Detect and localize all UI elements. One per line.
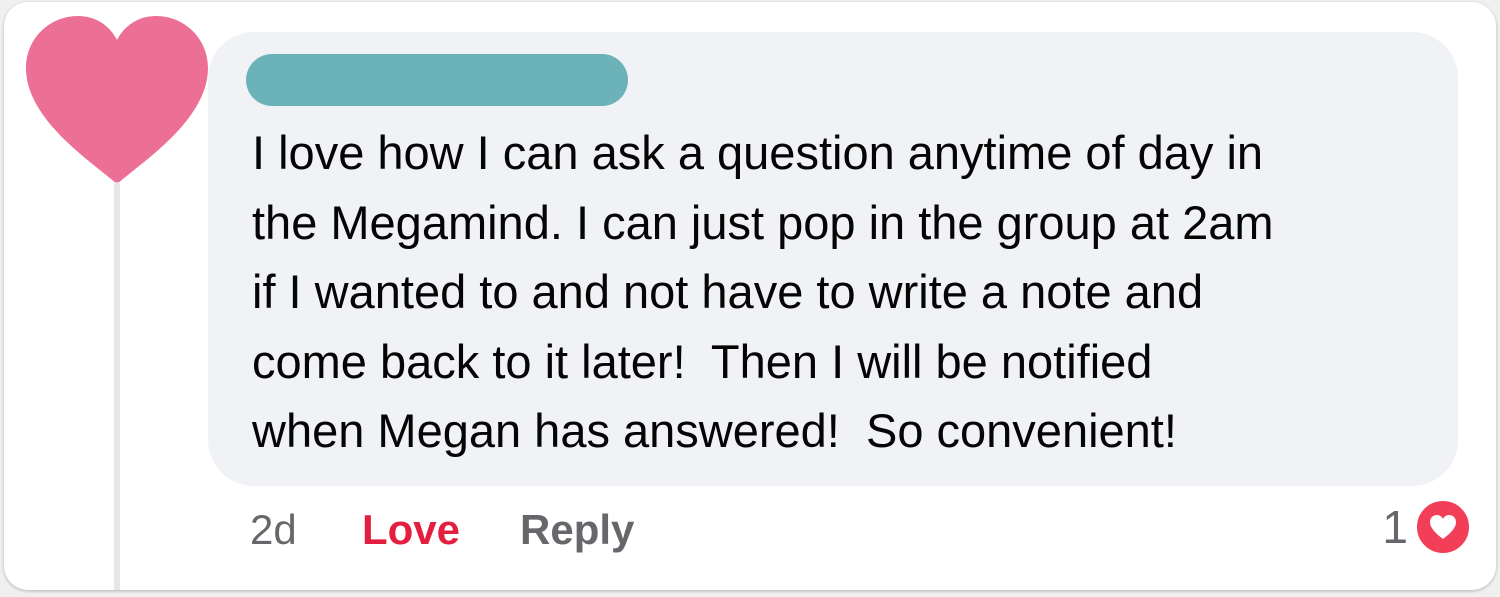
comment-line: when Megan has answered! So convenient!	[252, 404, 1177, 457]
reply-button[interactable]: Reply	[520, 500, 634, 560]
reaction-count: 1	[1382, 501, 1408, 553]
comment-line: come back to it later! Then I will be no…	[252, 334, 1153, 388]
timestamp[interactable]: 2d	[250, 500, 297, 560]
comment-line: I love how I can ask a question anytime …	[252, 126, 1264, 179]
thread-line	[114, 182, 120, 590]
comment-text: I love how I can ask a question anytime …	[252, 118, 1442, 466]
heart-reaction-icon	[1414, 498, 1472, 556]
love-button[interactable]: Love	[362, 500, 460, 560]
reaction-summary[interactable]: 1	[1382, 496, 1472, 558]
comment-bubble: I love how I can ask a question anytime …	[208, 32, 1458, 486]
heart-icon	[26, 16, 208, 184]
avatar[interactable]	[22, 12, 212, 190]
comment-card: I love how I can ask a question anytime …	[4, 2, 1496, 590]
comment-line: if I wanted to and not have to write a n…	[252, 265, 1204, 318]
author-name-redacted[interactable]	[246, 54, 628, 106]
comment-line: the Megamind. I can just pop in the grou…	[252, 195, 1274, 249]
